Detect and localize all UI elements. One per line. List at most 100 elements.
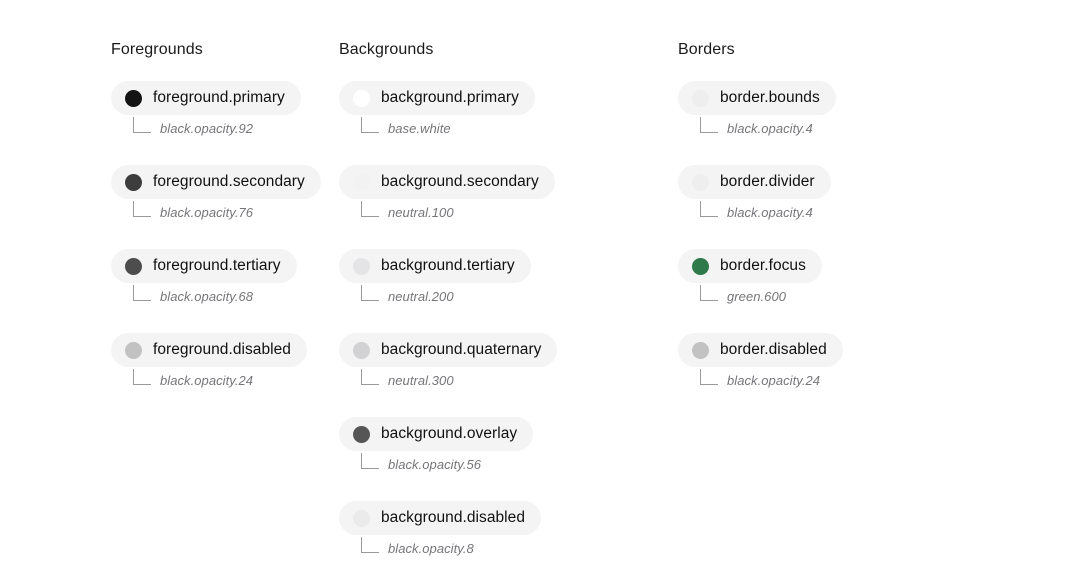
token-reference: green.600 [727, 289, 787, 304]
color-swatch-icon [692, 173, 709, 191]
color-swatch-icon [692, 341, 709, 359]
token-entry: border.disabled black.opacity.24 [678, 333, 995, 389]
token-pill[interactable]: background.disabled [339, 501, 541, 535]
token-reference: black.opacity.56 [388, 457, 482, 472]
token-reference: black.opacity.92 [160, 121, 254, 136]
column-title-backgrounds: Backgrounds [339, 41, 434, 58]
token-pill[interactable]: foreground.disabled [111, 333, 307, 367]
token-name: foreground.primary [153, 89, 285, 106]
token-entry: border.focus green.600 [678, 249, 995, 305]
tree-elbow-icon [361, 285, 379, 301]
token-pill[interactable]: border.focus [678, 249, 822, 283]
token-entry: foreground.tertiary black.opacity.68 [111, 249, 330, 305]
token-list-foregrounds: foreground.primary black.opacity.92 fore… [111, 81, 330, 389]
token-reference-row: green.600 [678, 285, 995, 305]
token-reference-row: neutral.200 [339, 285, 665, 305]
token-pill[interactable]: background.tertiary [339, 249, 531, 283]
tree-elbow-icon [700, 117, 718, 133]
color-swatch-icon [692, 257, 709, 275]
token-entry: foreground.primary black.opacity.92 [111, 81, 330, 137]
token-reference: black.opacity.4 [727, 205, 813, 220]
color-swatch-icon [353, 89, 370, 107]
tree-elbow-icon [361, 369, 379, 385]
tree-elbow-icon [700, 285, 718, 301]
token-entry: border.bounds black.opacity.4 [678, 81, 995, 137]
token-entry: foreground.secondary black.opacity.76 [111, 165, 330, 221]
column-borders: Borders border.bounds black.opacity.4 bo… [665, 40, 995, 389]
token-reference: neutral.100 [388, 205, 454, 220]
token-name: border.divider [720, 173, 815, 190]
color-swatch-icon [125, 341, 142, 359]
token-name: border.bounds [720, 89, 820, 106]
token-name: background.overlay [381, 425, 518, 442]
column-title-foregrounds: Foregrounds [111, 41, 203, 58]
color-swatch-icon [353, 341, 370, 359]
color-swatch-icon [353, 257, 370, 275]
token-pill[interactable]: background.overlay [339, 417, 534, 451]
token-reference-row: black.opacity.4 [678, 117, 995, 137]
token-entry: foreground.disabled black.opacity.24 [111, 333, 330, 389]
token-pill[interactable]: foreground.secondary [111, 165, 321, 199]
token-pill[interactable]: foreground.tertiary [111, 249, 297, 283]
color-swatch-icon [353, 425, 370, 443]
color-swatch-icon [125, 257, 142, 275]
token-reference-row: base.white [339, 117, 665, 137]
token-reference-row: black.opacity.4 [678, 201, 995, 221]
token-name: background.primary [381, 89, 519, 106]
color-swatch-icon [353, 509, 370, 527]
token-columns: Foregrounds foreground.primary black.opa… [0, 40, 1080, 557]
token-reference-row: black.opacity.24 [678, 369, 995, 389]
token-pill[interactable]: background.secondary [339, 165, 555, 199]
token-pill[interactable]: background.primary [339, 81, 535, 115]
token-entry: background.tertiary neutral.200 [339, 249, 665, 305]
token-reference-row: neutral.100 [339, 201, 665, 221]
tree-elbow-icon [133, 201, 151, 217]
token-reference-row: black.opacity.76 [111, 201, 330, 221]
token-reference: black.opacity.8 [388, 541, 474, 556]
column-title-borders: Borders [678, 41, 735, 58]
tree-elbow-icon [361, 117, 379, 133]
token-pill[interactable]: foreground.primary [111, 81, 301, 115]
token-name: background.disabled [381, 509, 525, 526]
tree-elbow-icon [133, 369, 151, 385]
token-reference-row: neutral.300 [339, 369, 665, 389]
token-name: border.focus [720, 257, 806, 274]
token-entry: background.overlay black.opacity.56 [339, 417, 665, 473]
token-entry: border.divider black.opacity.4 [678, 165, 995, 221]
token-reference: neutral.300 [388, 373, 454, 388]
tree-elbow-icon [361, 201, 379, 217]
color-swatch-icon [125, 173, 142, 191]
token-pill[interactable]: border.divider [678, 165, 831, 199]
tree-elbow-icon [361, 537, 379, 553]
token-reference: black.opacity.4 [727, 121, 813, 136]
tree-elbow-icon [361, 453, 379, 469]
token-reference-row: black.opacity.92 [111, 117, 330, 137]
tree-elbow-icon [700, 369, 718, 385]
token-reference-row: black.opacity.24 [111, 369, 330, 389]
token-pill[interactable]: border.bounds [678, 81, 836, 115]
token-reference: black.opacity.76 [160, 205, 254, 220]
token-reference: black.opacity.24 [160, 373, 254, 388]
token-name: background.quaternary [381, 341, 542, 358]
tree-elbow-icon [133, 285, 151, 301]
token-name: foreground.secondary [153, 173, 305, 190]
token-list-borders: border.bounds black.opacity.4 border.div… [678, 81, 995, 389]
token-name: foreground.disabled [153, 341, 291, 358]
color-swatch-icon [692, 89, 709, 107]
token-reference: black.opacity.68 [160, 289, 254, 304]
token-entry: background.quaternary neutral.300 [339, 333, 665, 389]
color-swatch-icon [125, 89, 142, 107]
token-entry: background.primary base.white [339, 81, 665, 137]
token-reference: neutral.200 [388, 289, 454, 304]
token-name: background.tertiary [381, 257, 515, 274]
column-backgrounds: Backgrounds background.primary base.whit… [330, 40, 665, 557]
token-reference-row: black.opacity.56 [339, 453, 665, 473]
token-reference-row: black.opacity.68 [111, 285, 330, 305]
token-pill[interactable]: background.quaternary [339, 333, 558, 367]
tree-elbow-icon [700, 201, 718, 217]
token-name: border.disabled [720, 341, 827, 358]
token-reference: black.opacity.24 [727, 373, 821, 388]
token-list-backgrounds: background.primary base.white background… [339, 81, 665, 557]
token-entry: background.secondary neutral.100 [339, 165, 665, 221]
token-pill[interactable]: border.disabled [678, 333, 843, 367]
